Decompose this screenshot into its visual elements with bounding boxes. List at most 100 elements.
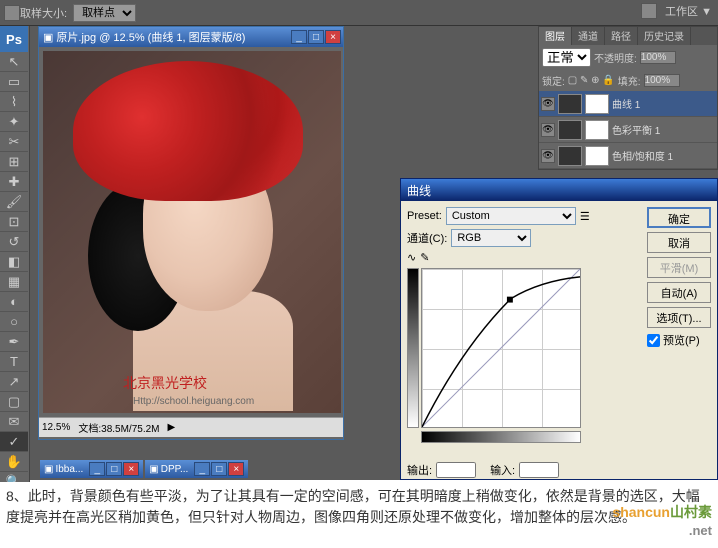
curve-grid[interactable] [421,268,581,428]
opacity-input[interactable] [640,51,676,64]
curve-point[interactable] [507,297,513,303]
layer-item[interactable]: 👁 曲线 1 [539,91,717,117]
blur-tool[interactable]: ◐ [0,292,28,312]
opacity-label: 不透明度: [594,50,637,65]
type-tool[interactable]: T [0,352,28,372]
options-bar: 取样大小: 取样点 工作区 ▼ [0,0,718,26]
eyedropper-tool-icon[interactable] [4,5,20,21]
eyedropper-tool[interactable]: ✓ [0,432,28,452]
gradient-tool[interactable]: ▦ [0,272,28,292]
layer-name[interactable]: 色相/饱和度 1 [612,148,673,163]
document-statusbar: 12.5% 文档:38.5M/75.2M ▶ [39,417,343,437]
layer-item[interactable]: 👁 色彩平衡 1 [539,117,717,143]
stamp-tool[interactable]: ⊡ [0,212,28,232]
crop-tool[interactable]: ✂ [0,132,28,152]
cancel-button[interactable]: 取消 [647,232,711,253]
workspace-dropdown[interactable]: 工作区 ▼ [665,3,712,19]
options-button[interactable]: 选项(T)... [647,307,711,328]
preset-label: Preset: [407,210,442,222]
panel-tabs: 图层 通道 路径 历史记录 [539,27,717,45]
path-tool[interactable]: ↗ [0,372,28,392]
preview-checkbox[interactable]: 预览(P) [647,332,711,348]
fill-input[interactable] [644,74,680,87]
eraser-tool[interactable]: ◧ [0,252,28,272]
ps-logo-icon: Ps [0,26,28,52]
layer-item[interactable]: 👁 色相/饱和度 1 [539,143,717,169]
marquee-tool[interactable]: ▭ [0,72,28,92]
tab-layers[interactable]: 图层 [539,27,572,45]
minimize-button[interactable]: _ [89,462,105,476]
notes-tool[interactable]: ✉ [0,412,28,432]
layer-thumb[interactable] [558,120,582,140]
curve-mode-icon[interactable]: ∿ [407,251,416,264]
dodge-tool[interactable]: ○ [0,312,28,332]
preset-select[interactable]: Custom [446,207,576,225]
history-brush-tool[interactable]: ↺ [0,232,28,252]
screen-mode-icon[interactable] [641,3,657,19]
minimize-button[interactable]: _ [291,30,307,44]
tutorial-caption: 8、此时，背景颜色有些平淡，为了让其具有一定的空间感，可在其明暗度上稍做变化，依… [0,482,718,532]
file-size: 文档:38.5M/75.2M [78,420,159,435]
hand-tool[interactable]: ✋ [0,452,28,472]
task-item[interactable]: ▣ Ibba... _□× [40,460,143,478]
layer-list: 👁 曲线 1 👁 色彩平衡 1 👁 色相/饱和度 1 [539,91,717,169]
vertical-gradient [407,268,419,428]
figure-flowers [73,61,303,201]
photoshop-window: 取样大小: 取样点 工作区 ▼ Ps ↖ ▭ ⌇ ✦ ✂ ⊞ ✚ 🖌 ⊡ ↺ ◧… [0,0,718,480]
curves-titlebar[interactable]: 曲线 [401,179,717,201]
heal-tool[interactable]: ✚ [0,172,28,192]
lasso-tool[interactable]: ⌇ [0,92,28,112]
pencil-mode-icon[interactable]: ✎ [420,251,429,264]
close-button[interactable]: × [123,462,139,476]
move-tool[interactable]: ↖ [0,52,28,72]
layer-mask[interactable] [585,146,609,166]
visibility-icon[interactable]: 👁 [541,97,555,111]
tab-history[interactable]: 历史记录 [638,27,691,45]
toolbox: Ps ↖ ▭ ⌇ ✦ ✂ ⊞ ✚ 🖌 ⊡ ↺ ◧ ▦ ◐ ○ ✒ T ↗ ▢ ✉… [0,26,30,518]
doc-icon: ▣ [149,464,158,475]
ok-button[interactable]: 确定 [647,207,711,228]
document-titlebar[interactable]: ▣原片.jpg @ 12.5% (曲线 1, 图层蒙版/8) _ □ × [39,27,343,47]
layers-panel: 图层 通道 路径 历史记录 正常 不透明度: 锁定: ▢ ✎ ⊕ 🔒 填充: 👁… [538,26,718,170]
input-label: 输入: [490,462,515,478]
minimize-button[interactable]: _ [194,462,210,476]
input-input[interactable] [519,462,559,478]
blend-mode-select[interactable]: 正常 [542,48,591,67]
preset-menu-icon[interactable]: ☰ [580,210,590,223]
sample-size-select[interactable]: 取样点 [73,4,136,22]
horizontal-gradient [421,431,581,443]
shape-tool[interactable]: ▢ [0,392,28,412]
layer-thumb[interactable] [558,146,582,166]
lock-icons[interactable]: ▢ ✎ ⊕ 🔒 [568,75,615,86]
close-button[interactable]: × [325,30,341,44]
visibility-icon[interactable]: 👁 [541,149,555,163]
wand-tool[interactable]: ✦ [0,112,28,132]
channel-select[interactable]: RGB [451,229,531,247]
tab-paths[interactable]: 路径 [605,27,638,45]
layer-name[interactable]: 曲线 1 [612,96,640,111]
maximize-button[interactable]: □ [308,30,324,44]
maximize-button[interactable]: □ [211,462,227,476]
slice-tool[interactable]: ⊞ [0,152,28,172]
zoom-level[interactable]: 12.5% [42,422,70,433]
visibility-icon[interactable]: 👁 [541,123,555,137]
status-arrow-icon[interactable]: ▶ [168,422,176,433]
layer-name[interactable]: 色彩平衡 1 [612,122,660,137]
tab-channels[interactable]: 通道 [572,27,605,45]
document-window: ▣原片.jpg @ 12.5% (曲线 1, 图层蒙版/8) _ □ × 北京黑… [38,26,344,440]
brush-tool[interactable]: 🖌 [0,192,28,212]
auto-button[interactable]: 自动(A) [647,282,711,303]
layer-mask[interactable] [585,120,609,140]
task-item[interactable]: ▣ DPP... _□× [145,460,248,478]
curve-line[interactable] [422,269,580,427]
layer-thumb[interactable] [558,94,582,114]
maximize-button[interactable]: □ [106,462,122,476]
close-button[interactable]: × [228,462,244,476]
fill-label: 填充: [618,73,641,88]
doc-icon: ▣ [44,464,53,475]
layer-mask[interactable] [585,94,609,114]
document-canvas[interactable]: 北京黑光学校 Http://school.heiguang.com [43,51,341,413]
pen-tool[interactable]: ✒ [0,332,28,352]
channel-label: 通道(C): [407,230,447,246]
output-input[interactable] [436,462,476,478]
